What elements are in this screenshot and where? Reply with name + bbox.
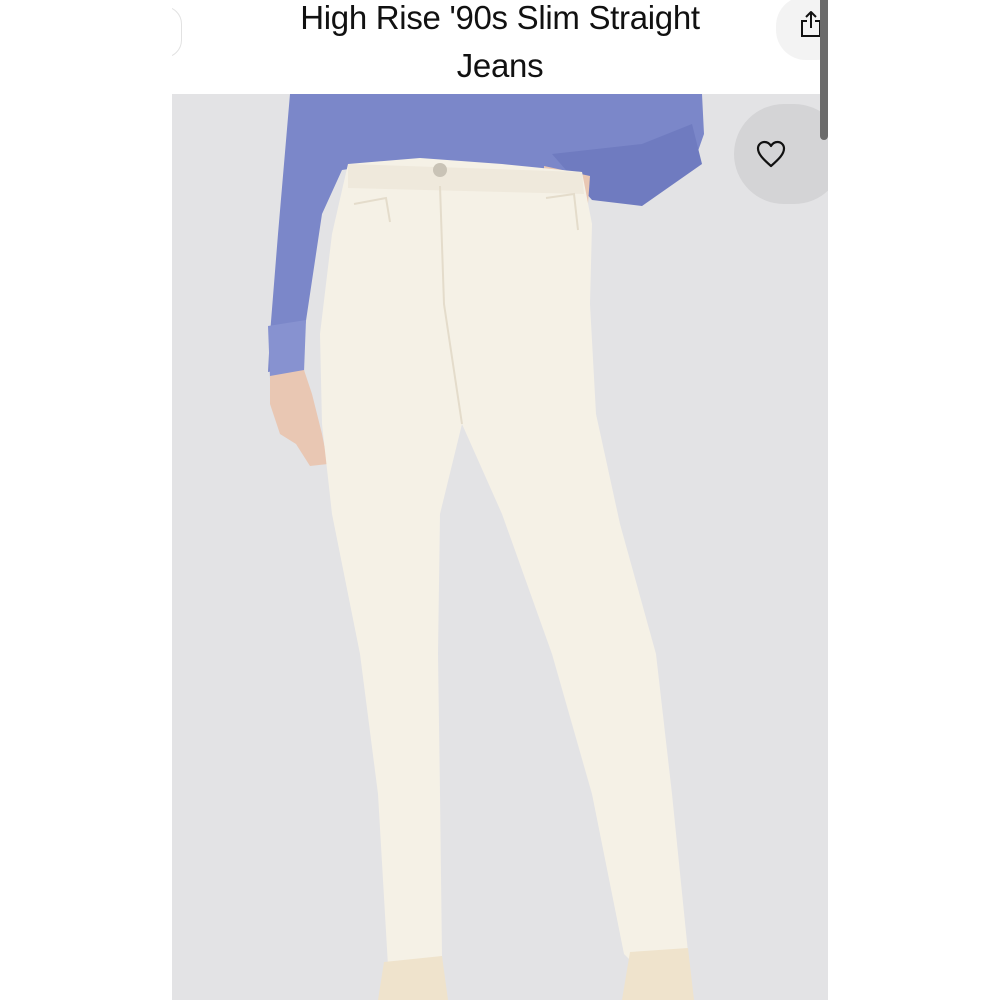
product-title-line-2: Jeans — [456, 47, 544, 84]
scroll-indicator — [820, 0, 828, 140]
product-photo-illustration — [172, 94, 828, 1000]
product-image[interactable] — [172, 94, 828, 1000]
product-title: High Rise '90s Slim Straight Jeans — [212, 0, 788, 90]
share-icon — [801, 11, 821, 37]
favorite-button[interactable] — [734, 104, 828, 204]
product-title-line-1: High Rise '90s Slim Straight — [300, 0, 700, 36]
heart-outline-icon — [756, 140, 786, 168]
product-header: High Rise '90s Slim Straight Jeans — [172, 0, 828, 94]
back-button[interactable] — [172, 6, 182, 58]
product-screen: High Rise '90s Slim Straight Jeans — [172, 0, 828, 1000]
